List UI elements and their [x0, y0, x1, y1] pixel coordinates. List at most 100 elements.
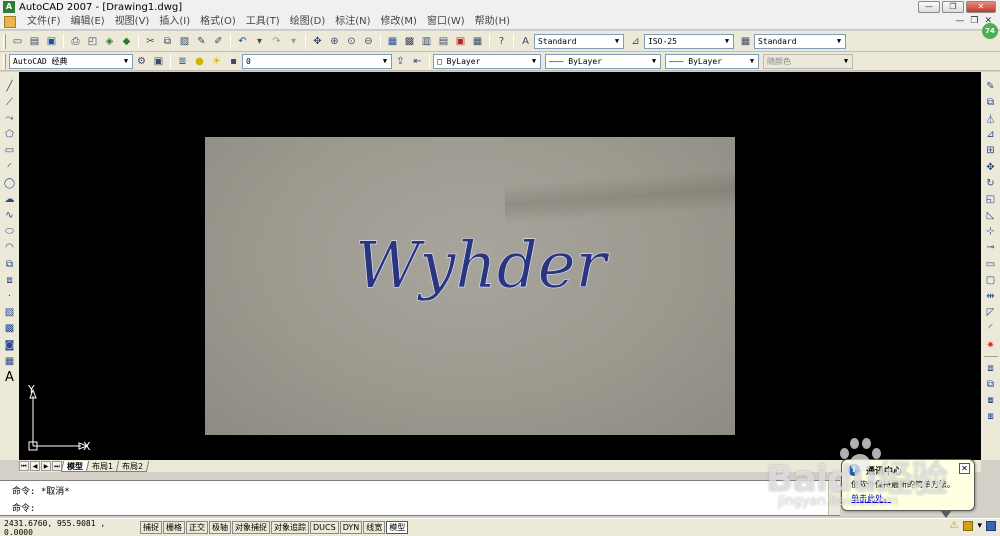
- region-icon[interactable]: ◙: [2, 338, 17, 353]
- drawing-canvas[interactable]: Wyhder Y X: [19, 72, 981, 460]
- lock-icon[interactable]: [963, 521, 974, 531]
- open-icon[interactable]: ▤: [27, 34, 42, 49]
- model-space-toggle[interactable]: 模型: [386, 521, 409, 534]
- minimize-button[interactable]: —: [918, 1, 940, 13]
- mirror-icon[interactable]: ⏃: [983, 111, 998, 126]
- block-editor-icon[interactable]: ✐: [211, 34, 226, 49]
- menu-modify[interactable]: 修改(M): [376, 14, 422, 30]
- autocad-app-icon[interactable]: A: [3, 1, 15, 13]
- menu-format[interactable]: 格式(O): [195, 14, 241, 30]
- linetype-select[interactable]: ——— ByLayer ▼: [545, 53, 661, 69]
- coordinate-readout[interactable]: 2431.6760, 955.9081 , 0.0000: [0, 519, 140, 536]
- layer-lock-icon[interactable]: ▪: [226, 54, 241, 69]
- tab-layout1[interactable]: 布局1: [85, 460, 120, 472]
- point-icon[interactable]: ·: [2, 289, 17, 304]
- tab-layout2[interactable]: 布局2: [115, 460, 150, 472]
- save-icon[interactable]: ▣: [44, 34, 59, 49]
- draw-order-icon[interactable]: ⧈: [983, 361, 998, 376]
- tab-model[interactable]: 模型: [60, 460, 90, 472]
- chevron-down-icon[interactable]: ▼: [380, 56, 390, 67]
- text-style-select[interactable]: Standard ▼: [534, 33, 624, 49]
- array-icon[interactable]: ⊞: [983, 143, 998, 158]
- chevron-down-icon[interactable]: ▼: [612, 36, 622, 47]
- raster-image[interactable]: Wyhder: [205, 137, 735, 435]
- grid-toggle[interactable]: 栅格: [163, 521, 185, 534]
- layer-on-icon[interactable]: ●: [192, 54, 207, 69]
- command-scrollbar[interactable]: [828, 481, 840, 515]
- maximize-button[interactable]: ❐: [942, 1, 964, 13]
- menu-insert[interactable]: 插入(I): [154, 14, 195, 30]
- make-block-icon[interactable]: ⧈: [2, 273, 17, 288]
- help-icon[interactable]: ?: [494, 34, 509, 49]
- chevron-down-icon[interactable]: ▼: [121, 56, 131, 67]
- copy-object-icon[interactable]: ⧉: [983, 95, 998, 110]
- lineweight-toggle[interactable]: 线宽: [363, 521, 386, 534]
- command-window[interactable]: 命令: *取消* 命令:: [0, 480, 840, 516]
- stretch-icon[interactable]: ◺: [983, 208, 998, 223]
- fillet-icon[interactable]: ◜: [983, 321, 998, 336]
- first-tab-icon[interactable]: ⏮: [19, 461, 29, 471]
- 3d-dwf-icon[interactable]: ◆: [119, 34, 134, 49]
- my-workspace-icon[interactable]: ▣: [151, 54, 166, 69]
- workspace-settings-icon[interactable]: ⚙: [134, 54, 149, 69]
- publish-icon[interactable]: ◈: [102, 34, 117, 49]
- chamfer-icon[interactable]: ◸: [983, 305, 998, 320]
- multiline-text-icon[interactable]: A: [2, 370, 17, 385]
- plot-icon[interactable]: ⎙: [68, 34, 83, 49]
- sheet-set-icon[interactable]: ▤: [436, 34, 451, 49]
- scale-icon[interactable]: ◱: [983, 192, 998, 207]
- menu-tools[interactable]: 工具(T): [241, 14, 285, 30]
- make-object-layer-current-icon[interactable]: ⇪: [393, 54, 408, 69]
- bring-to-front-icon[interactable]: ⧉: [983, 377, 998, 392]
- tray-menu-icon[interactable]: ▾: [977, 521, 982, 531]
- erase-icon[interactable]: ✎: [983, 79, 998, 94]
- chevron-down-icon[interactable]: ▼: [747, 56, 757, 67]
- workspace-select[interactable]: AutoCAD 经典 ▼: [9, 53, 133, 69]
- layer-freeze-icon[interactable]: ☀: [209, 54, 224, 69]
- pan-icon[interactable]: ✥: [310, 34, 325, 49]
- send-to-back-icon[interactable]: ⧇: [983, 393, 998, 408]
- break-at-point-icon[interactable]: ▭: [983, 257, 998, 272]
- toolbar-grip[interactable]: [3, 33, 6, 49]
- table-style-select[interactable]: Standard ▼: [754, 33, 846, 49]
- rectangle-icon[interactable]: ▭: [2, 143, 17, 158]
- snap-toggle[interactable]: 捕捉: [140, 521, 162, 534]
- gradient-icon[interactable]: ▩: [2, 321, 17, 336]
- rotate-icon[interactable]: ↻: [983, 176, 998, 191]
- toolbar-grip[interactable]: [3, 53, 6, 69]
- menu-draw[interactable]: 绘图(D): [285, 14, 331, 30]
- text-style-icon[interactable]: A: [518, 34, 533, 49]
- osnap-toggle[interactable]: 对象捕捉: [232, 521, 270, 534]
- polygon-icon[interactable]: ⬠: [2, 127, 17, 142]
- layer-properties-icon[interactable]: ≣: [175, 54, 190, 69]
- match-properties-icon[interactable]: ✎: [194, 34, 209, 49]
- menu-window[interactable]: 窗口(W): [422, 14, 470, 30]
- chevron-down-icon[interactable]: ▼: [834, 36, 844, 47]
- document-icon[interactable]: [4, 15, 16, 28]
- arc-icon[interactable]: ◜: [2, 160, 17, 175]
- cut-icon[interactable]: ✂: [143, 34, 158, 49]
- undo-dropdown-icon[interactable]: ▾: [252, 34, 267, 49]
- ellipse-arc-icon[interactable]: ◠: [2, 240, 17, 255]
- doc-restore-button[interactable]: ❐: [970, 16, 978, 26]
- explode-icon[interactable]: ✷: [983, 338, 998, 353]
- zoom-realtime-icon[interactable]: ⊕: [327, 34, 342, 49]
- trim-icon[interactable]: ⊹: [983, 224, 998, 239]
- balloon-link[interactable]: 单击此处。: [851, 493, 891, 504]
- menu-view[interactable]: 视图(V): [110, 14, 155, 30]
- construction-line-icon[interactable]: ⟋: [2, 95, 17, 110]
- markup-icon[interactable]: ▣: [453, 34, 468, 49]
- line-icon[interactable]: ╱: [2, 79, 17, 94]
- polar-toggle[interactable]: 极轴: [209, 521, 231, 534]
- dim-style-select[interactable]: ISO-25 ▼: [644, 33, 734, 49]
- undo-icon[interactable]: ↶: [235, 34, 250, 49]
- chevron-down-icon[interactable]: ▼: [722, 36, 732, 47]
- redo-icon[interactable]: ↷: [269, 34, 284, 49]
- layer-select[interactable]: 0 ▼: [242, 53, 392, 69]
- otrack-toggle[interactable]: 对象追踪: [271, 521, 309, 534]
- offset-icon[interactable]: ⊿: [983, 127, 998, 142]
- circle-icon[interactable]: ◯: [2, 176, 17, 191]
- lineweight-select[interactable]: ——— ByLayer ▼: [665, 53, 759, 69]
- polyline-icon[interactable]: ⤳: [2, 111, 17, 126]
- warning-icon[interactable]: ⚠: [949, 521, 959, 531]
